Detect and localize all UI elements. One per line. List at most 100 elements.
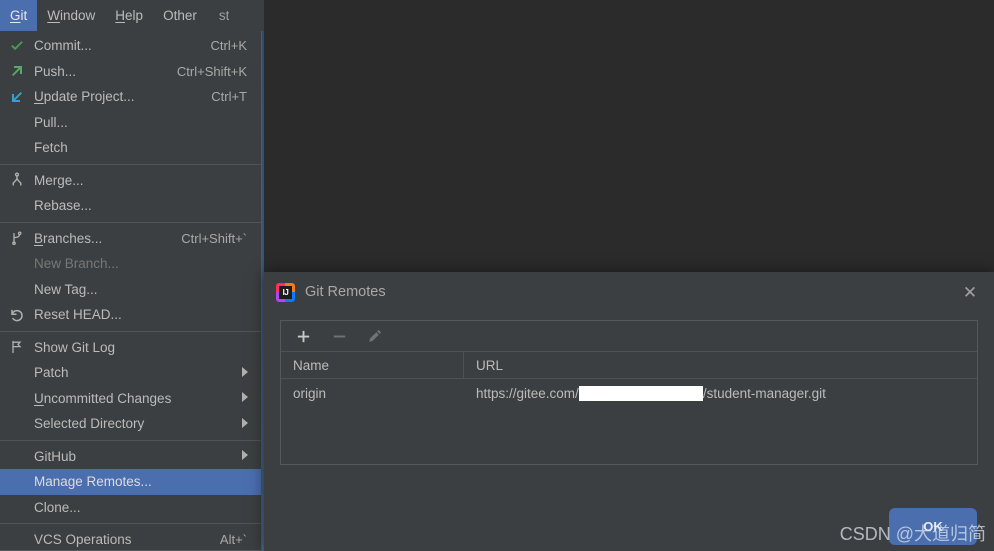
menu-item-icon-none xyxy=(0,527,34,550)
menu-item-label: Uncommitted Changes xyxy=(34,390,172,406)
push-arrow-icon xyxy=(0,59,34,84)
menu-item-label: Commit... xyxy=(34,38,92,54)
menu-item-manage-remotes[interactable]: Manage Remotes... xyxy=(0,469,261,495)
menubar-item-other[interactable]: Other xyxy=(153,0,207,31)
menu-separator xyxy=(0,523,261,524)
menubar-overflow-text: st xyxy=(218,8,230,23)
menu-item-label: Reset HEAD... xyxy=(34,307,122,323)
dialog-titlebar: IJ Git Remotes ✕ xyxy=(264,272,994,312)
menu-item-show-git-log[interactable]: Show Git Log xyxy=(0,335,261,361)
menubar-item-window[interactable]: Window xyxy=(37,0,105,31)
menu-item-branches[interactable]: Branches... Ctrl+Shift+` xyxy=(0,226,261,252)
dialog-title: Git Remotes xyxy=(305,284,386,300)
menu-item-label: Merge... xyxy=(34,172,84,188)
menu-item-label: Patch xyxy=(34,365,69,381)
menu-item-label: VCS Operations xyxy=(34,532,132,548)
intellij-logo-text: IJ xyxy=(279,285,292,299)
menubar-item-help-mnemonic: H xyxy=(115,8,126,23)
menu-item-clone[interactable]: Clone... xyxy=(0,495,261,521)
menu-item-icon-none xyxy=(0,251,34,276)
menu-item-uncommitted-changes[interactable]: Uncommitted Changes xyxy=(0,386,261,412)
menu-item-shortcut: Ctrl+T xyxy=(211,89,247,105)
menu-item-icon-none xyxy=(0,386,34,411)
menu-item-reset-head[interactable]: Reset HEAD... xyxy=(0,302,261,328)
menu-item-label: GitHub xyxy=(34,448,77,464)
plus-icon[interactable] xyxy=(291,324,315,348)
remote-url-prefix: https://gitee.com/ xyxy=(476,385,579,401)
column-header-url[interactable]: URL xyxy=(464,352,977,378)
menu-item-icon-none xyxy=(0,469,34,494)
menu-item-label: Clone... xyxy=(34,499,81,515)
menu-item-merge[interactable]: Merge... xyxy=(0,168,261,194)
minus-icon xyxy=(327,324,351,348)
menu-item-fetch[interactable]: Fetch xyxy=(0,135,261,161)
menu-item-label: New Branch... xyxy=(34,256,119,272)
menu-item-vcs-operations[interactable]: VCS Operations Alt+` xyxy=(0,527,261,550)
menu-item-update-project[interactable]: Update Project... Ctrl+T xyxy=(0,84,261,110)
menu-item-shortcut: Ctrl+Shift+` xyxy=(181,230,247,246)
menu-separator xyxy=(0,163,261,165)
menu-item-selected-directory[interactable]: Selected Directory xyxy=(0,411,261,437)
menu-item-icon-none xyxy=(0,444,34,469)
menu-item-icon-none xyxy=(0,110,34,135)
menu-item-patch[interactable]: Patch xyxy=(0,360,261,386)
menu-separator xyxy=(0,221,261,223)
menu-item-label: Fetch xyxy=(34,140,68,156)
chevron-right-icon xyxy=(241,392,261,404)
remotes-panel: Name URL origin https://gitee.com/ /stude… xyxy=(280,320,978,465)
menubar-item-git-rest: it xyxy=(20,8,28,23)
reset-undo-icon xyxy=(0,302,34,327)
close-icon[interactable]: ✕ xyxy=(960,282,980,302)
menu-item-label: Push... xyxy=(34,63,77,79)
menu-item-label: Update Project... xyxy=(34,89,135,105)
redacted-username-block xyxy=(578,385,703,401)
menu-item-new-tag[interactable]: New Tag... xyxy=(0,277,261,303)
chevron-right-icon xyxy=(241,450,261,462)
remotes-toolbar xyxy=(281,321,977,352)
table-row[interactable]: origin https://gitee.com/ /student-manage… xyxy=(281,379,977,407)
menu-item-label: Pull... xyxy=(34,114,68,130)
menu-item-icon-none xyxy=(0,495,34,520)
menu-item-label: Show Git Log xyxy=(34,339,116,355)
menubar-item-other-label: Other xyxy=(163,8,197,23)
git-dropdown-menu: Commit... Ctrl+K Push... Ctrl+Shift+K Update… xyxy=(0,31,262,551)
ide-screen: Git Window Help Other st Commit... Ctrl+K… xyxy=(0,0,994,551)
csdn-watermark: CSDN @大道归简 xyxy=(839,524,986,544)
menu-item-label: Selected Directory xyxy=(34,416,145,432)
menu-item-shortcut: Ctrl+K xyxy=(210,38,247,54)
menubar-item-help-rest: elp xyxy=(125,8,144,23)
menu-item-label: Rebase... xyxy=(34,198,92,214)
table-header-row: Name URL xyxy=(281,352,977,379)
cell-remote-name: origin xyxy=(293,385,327,401)
merge-icon xyxy=(0,168,34,193)
intellij-idea-icon: IJ xyxy=(276,282,295,302)
menu-item-push[interactable]: Push... Ctrl+Shift+K xyxy=(0,59,261,85)
menu-item-label: New Tag... xyxy=(34,281,98,297)
chevron-right-icon xyxy=(241,366,261,379)
menu-item-commit[interactable]: Commit... Ctrl+K xyxy=(0,33,261,59)
menubar-item-window-mnemonic: W xyxy=(47,8,61,23)
cell-remote-url: https://gitee.com/ /student-manager.git xyxy=(464,385,977,401)
menu-bar: Git Window Help Other st xyxy=(0,0,264,31)
menu-separator xyxy=(0,330,261,332)
menubar-item-help[interactable]: Help xyxy=(105,0,153,31)
menu-item-pull[interactable]: Pull... xyxy=(0,110,261,136)
update-arrow-icon xyxy=(0,84,34,109)
git-remotes-dialog: IJ Git Remotes ✕ Name URL origin https:/… xyxy=(264,272,994,551)
pencil-icon xyxy=(363,324,387,348)
menu-item-label: Manage Remotes... xyxy=(34,474,152,490)
remotes-table: Name URL origin https://gitee.com/ /stude… xyxy=(281,352,977,407)
menu-item-rebase[interactable]: Rebase... xyxy=(0,193,261,219)
menu-item-icon-none xyxy=(0,411,34,436)
menu-item-label: Branches... xyxy=(34,230,103,246)
menu-item-shortcut: Alt+` xyxy=(219,532,247,548)
menu-item-icon-none xyxy=(0,193,34,218)
menubar-item-git[interactable]: Git xyxy=(0,0,38,31)
menu-item-shortcut: Ctrl+Shift+K xyxy=(176,63,247,79)
menu-separator xyxy=(0,439,261,441)
column-header-name[interactable]: Name xyxy=(281,352,464,378)
menu-item-github[interactable]: GitHub xyxy=(0,444,261,470)
branch-icon xyxy=(0,226,34,251)
menu-item-icon-none xyxy=(0,277,34,302)
commit-check-icon xyxy=(0,33,34,58)
